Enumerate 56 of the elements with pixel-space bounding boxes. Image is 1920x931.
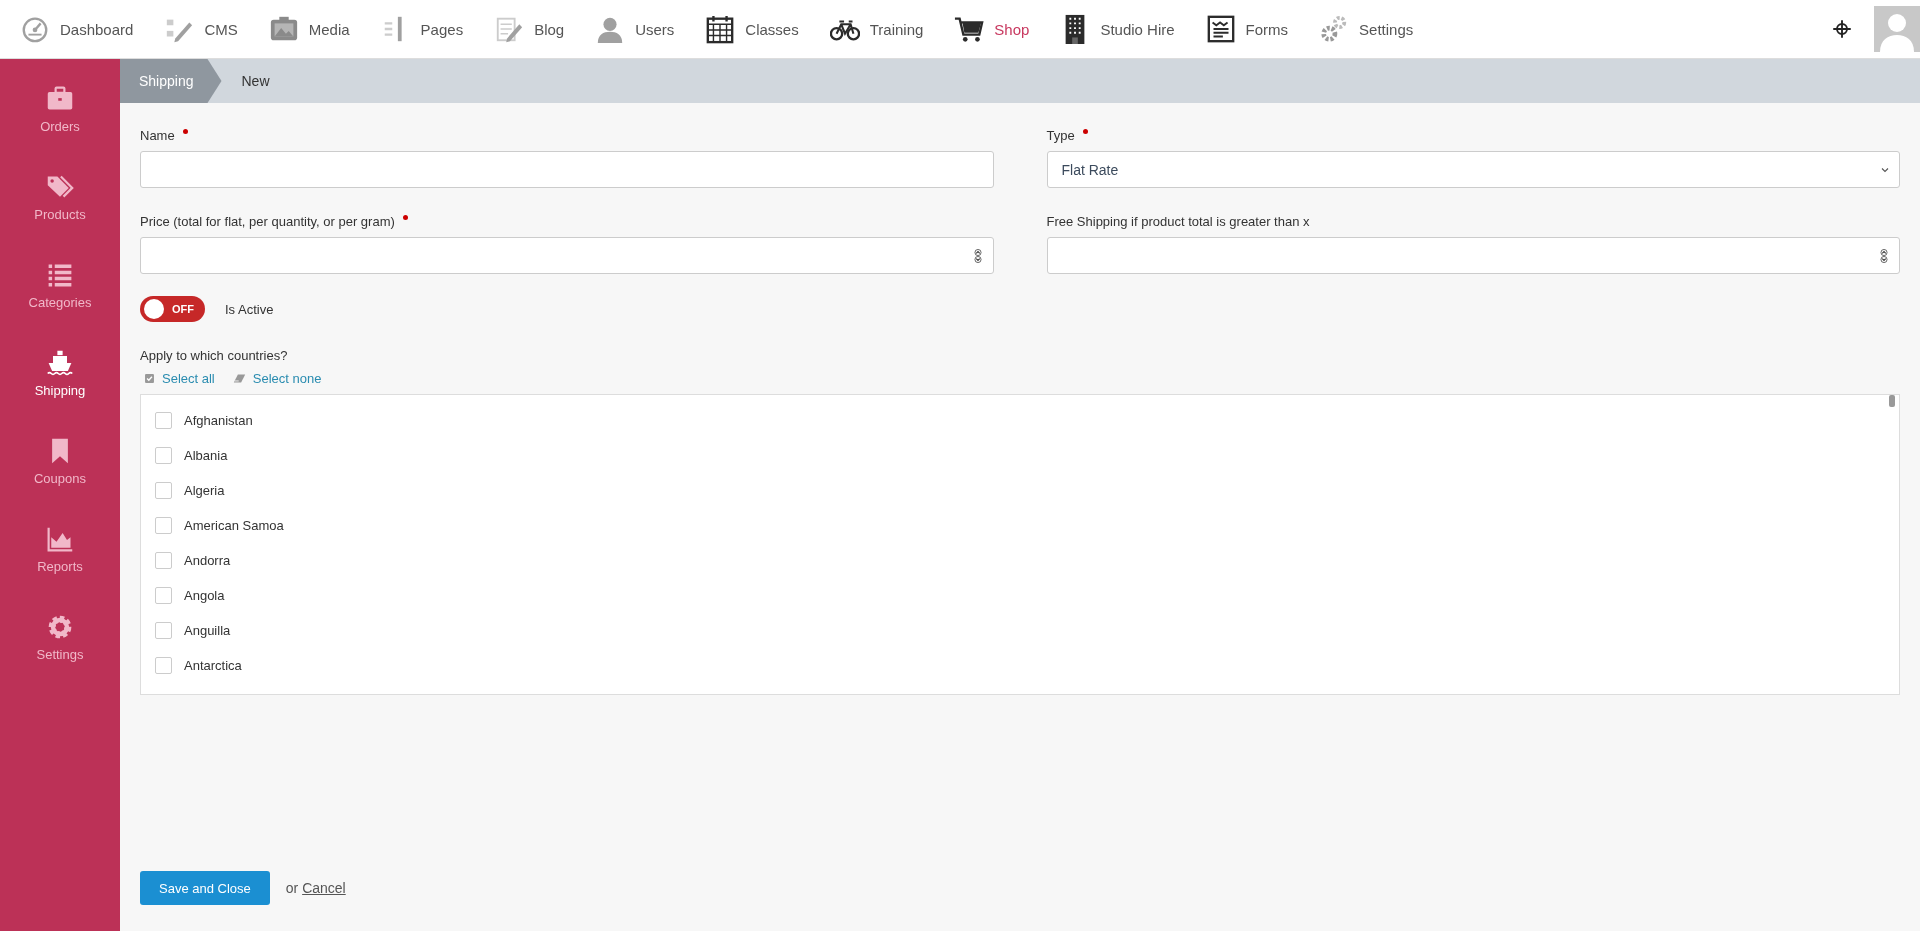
field-label: Name [140, 128, 994, 143]
nav-item[interactable]: Media [268, 9, 350, 49]
nav-item[interactable]: Classes [705, 9, 799, 49]
briefcase-icon [46, 85, 74, 113]
save-button[interactable]: Save and Close [140, 871, 270, 905]
ship-icon [46, 349, 74, 377]
nav-item[interactable]: Blog [494, 9, 565, 49]
checkbox[interactable] [155, 447, 172, 464]
crosshair-icon [1832, 19, 1852, 39]
number-field[interactable] [140, 237, 994, 274]
nav-item[interactable]: Pages [380, 9, 464, 49]
toggle-label: Is Active [225, 301, 274, 317]
calendar-icon [705, 14, 736, 44]
nav-item[interactable]: Studio Hire [1060, 9, 1175, 49]
field-label: Type [1046, 128, 1900, 143]
toggle-switch[interactable]: OFF [140, 296, 205, 322]
scrollbar-thumb[interactable] [1889, 395, 1895, 407]
cancel-link[interactable]: Cancel [302, 880, 346, 896]
nav-item[interactable]: Training [829, 9, 924, 49]
checkbox[interactable] [155, 622, 172, 639]
eraser-icon [232, 372, 246, 385]
checkbox[interactable] [155, 412, 172, 429]
gear-icon [46, 613, 74, 641]
checkbox[interactable] [155, 482, 172, 499]
nav-item[interactable]: CMS [164, 9, 238, 49]
checkbox[interactable] [155, 517, 172, 534]
country-label: Afghanistan [184, 413, 253, 428]
nav-item[interactable]: Users [595, 9, 675, 49]
checkbox-icon [144, 373, 155, 384]
field-label: Free Shipping if product total is greater than x [1046, 214, 1311, 229]
countries-label: Apply to which countries? [140, 348, 289, 363]
nav-item[interactable]: Forms [1205, 9, 1289, 49]
sidebar-item[interactable]: Shipping [0, 349, 120, 437]
number-field[interactable] [1046, 237, 1900, 274]
country-label: Anguilla [184, 623, 231, 638]
country-label: American Samoa [184, 518, 284, 533]
checkbox[interactable] [155, 657, 172, 674]
nav-item[interactable]: Settings [1319, 9, 1414, 49]
select-field[interactable]: Flat Rate [1046, 151, 1900, 188]
or-text: or [285, 880, 299, 896]
select-all-link[interactable]: Select all [144, 371, 215, 386]
country-label: Antarctica [184, 658, 242, 673]
checkbox[interactable] [155, 552, 172, 569]
area-chart-icon [46, 525, 74, 553]
nav-item[interactable]: Shop [954, 9, 1030, 49]
input-field[interactable] [140, 151, 994, 188]
country-label: Andorra [184, 553, 231, 568]
country-label: Angola [184, 588, 225, 603]
country-label: Algeria [184, 483, 225, 498]
form-icon [1205, 14, 1236, 44]
breadcrumb-current: New [241, 73, 270, 89]
field-label: Price (total for flat, per quantity, or per gram) [140, 214, 994, 229]
nav-item[interactable]: Dashboard [20, 9, 134, 49]
checkbox[interactable] [155, 587, 172, 604]
country-label: Albania [184, 448, 228, 463]
select-none-link[interactable]: Select none [232, 371, 322, 386]
